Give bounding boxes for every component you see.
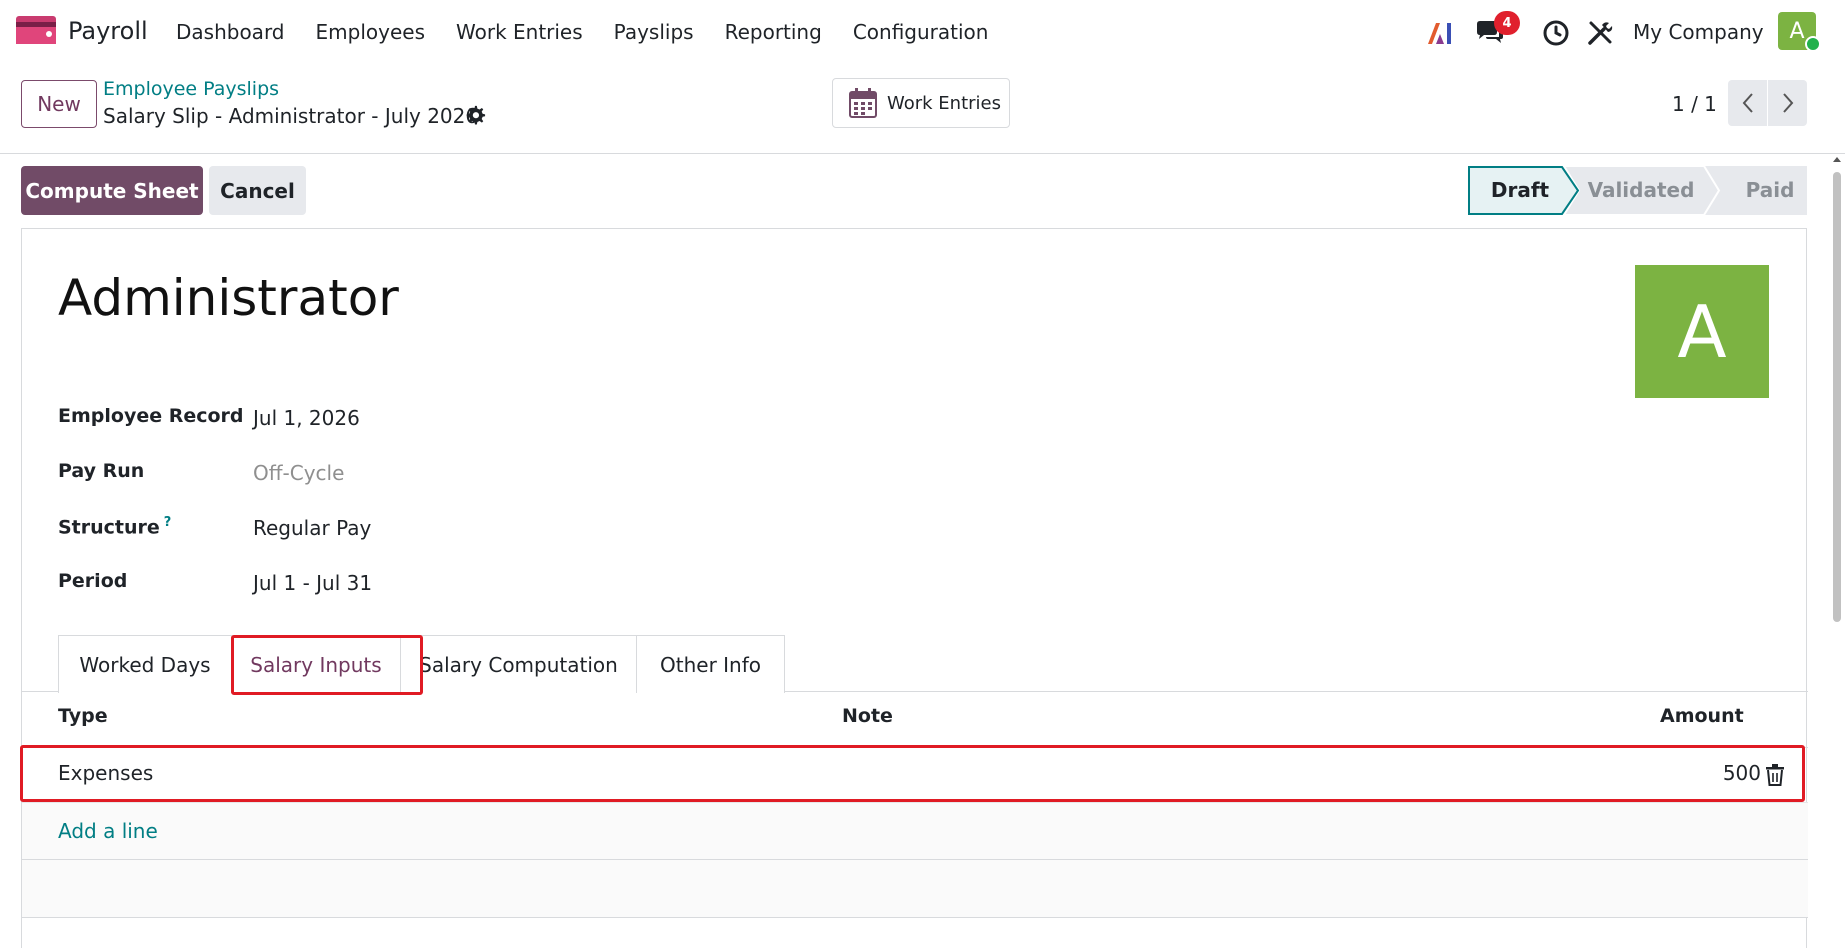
pager-next-button[interactable] [1768, 80, 1807, 126]
menu-payslips[interactable]: Payslips [614, 20, 694, 44]
pager-previous-button[interactable] [1728, 80, 1767, 126]
payroll-app-icon[interactable] [16, 16, 56, 44]
pay-run-label: Pay Run [58, 460, 145, 482]
employee-name[interactable]: Administrator [58, 269, 399, 327]
work-entries-label: Work Entries [887, 92, 1001, 114]
chevron-right-icon [1782, 93, 1793, 113]
structure-value[interactable]: Regular Pay [253, 516, 371, 540]
stage-validated-label: Validated [1588, 178, 1695, 202]
cancel-button[interactable]: Cancel [209, 166, 306, 215]
employee-record-value[interactable]: Jul 1, 2026 [253, 406, 360, 430]
expenses-row-highlight [20, 745, 1805, 802]
tab-worked-days[interactable]: Worked Days [58, 635, 232, 693]
stage-paid-label: Paid [1746, 178, 1795, 202]
calendar-icon [849, 88, 877, 118]
period-label: Period [58, 570, 128, 592]
structure-label-text: Structure [58, 516, 160, 539]
pay-run-value[interactable]: Off-Cycle [253, 461, 344, 485]
menu-employees[interactable]: Employees [316, 20, 425, 44]
pager-value[interactable]: 1 / 1 [1672, 92, 1717, 116]
top-navbar: Payroll Dashboard Employees Work Entries… [0, 0, 1845, 64]
pager-buttons [1728, 80, 1807, 126]
work-entries-button[interactable]: Work Entries [832, 78, 1010, 128]
breadcrumb-parent[interactable]: Employee Payslips [103, 78, 279, 100]
tab-other-info[interactable]: Other Info [636, 635, 785, 693]
menu-configuration[interactable]: Configuration [853, 20, 989, 44]
main-menu: Dashboard Employees Work Entries Payslip… [176, 20, 1019, 44]
list-header: Type Note Amount [22, 693, 1808, 741]
ai-icon[interactable] [1426, 20, 1454, 46]
control-panel: New Employee Payslips Salary Slip - Admi… [0, 64, 1845, 154]
scrollbar-thumb[interactable] [1833, 172, 1841, 622]
app-name[interactable]: Payroll [68, 17, 148, 45]
activity-clock-icon[interactable] [1542, 19, 1570, 47]
page-scrollbar[interactable] [1829, 154, 1845, 929]
messages-badge: 4 [1494, 11, 1520, 35]
gear-icon[interactable] [464, 104, 486, 126]
menu-dashboard[interactable]: Dashboard [176, 20, 285, 44]
menu-reporting[interactable]: Reporting [725, 20, 822, 44]
employee-avatar[interactable]: A [1635, 265, 1769, 398]
compute-sheet-button[interactable]: Compute Sheet [21, 166, 203, 215]
stage-draft-label: Draft [1491, 178, 1550, 202]
company-switcher[interactable]: My Company [1633, 20, 1764, 44]
help-tooltip-icon[interactable]: ? [164, 515, 172, 530]
chevron-left-icon [1742, 93, 1753, 113]
debug-tools-icon[interactable] [1586, 19, 1614, 47]
breadcrumb-current: Salary Slip - Administrator - July 2026 [103, 104, 479, 128]
period-value[interactable]: Jul 1 - Jul 31 [253, 571, 372, 595]
scroll-up-arrow-icon[interactable] [1833, 156, 1841, 164]
tab-salary-computation[interactable]: Salary Computation [400, 635, 637, 693]
new-button[interactable]: New [21, 80, 97, 128]
status-stages: Paid Validated Draft [1468, 166, 1807, 215]
salary-inputs-tab-highlight [231, 635, 423, 695]
presence-online-icon [1805, 36, 1821, 52]
stage-draft[interactable]: Draft [1468, 166, 1580, 215]
form-sheet: Administrator A Employee Record Jul 1, 2… [20, 228, 1808, 948]
add-line-row: Add a line [22, 802, 1808, 860]
empty-list-row [22, 860, 1808, 918]
stage-validated[interactable]: Validated [1562, 166, 1721, 215]
add-line-link[interactable]: Add a line [58, 819, 158, 843]
employee-record-label: Employee Record [58, 405, 244, 427]
menu-work-entries[interactable]: Work Entries [456, 20, 583, 44]
column-note[interactable]: Note [842, 705, 893, 727]
column-type[interactable]: Type [58, 705, 108, 727]
structure-label: Structure? [58, 515, 171, 538]
column-amount[interactable]: Amount [1660, 705, 1744, 727]
